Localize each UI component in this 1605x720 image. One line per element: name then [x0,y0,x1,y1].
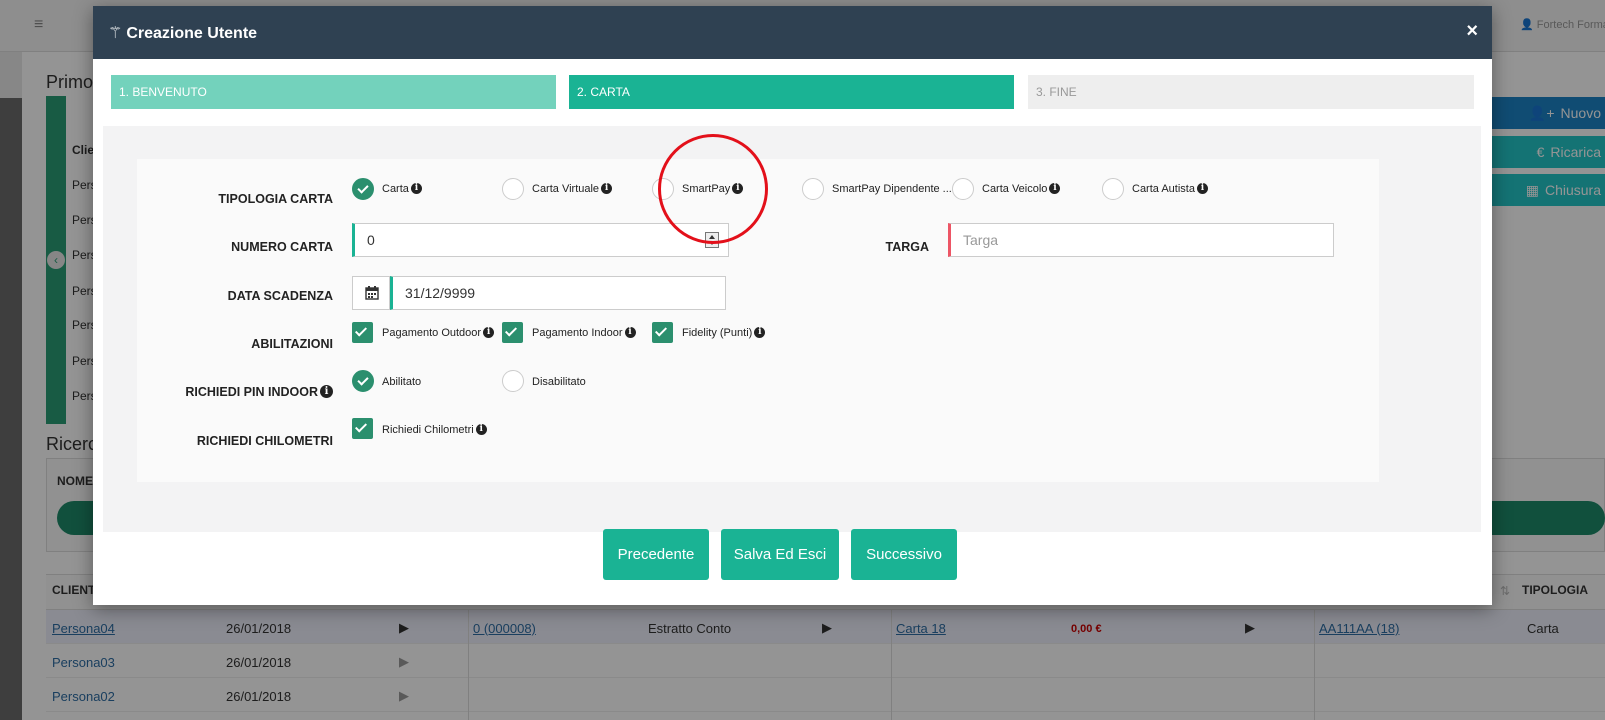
calendar-icon [365,286,379,300]
info-icon[interactable]: i [483,326,495,338]
option-carta-virtuale[interactable]: Carta Virtuale i [532,182,613,195]
option-label: Carta Virtuale [532,183,600,195]
option-label: Carta Autista [1132,183,1195,195]
info-icon[interactable]: i [1196,182,1208,194]
numero-carta-input[interactable]: 0 [352,223,729,257]
label-numero-carta: NUMERO CARTA [231,240,333,254]
info-icon[interactable]: i [410,182,422,194]
radio-carta-virtuale[interactable] [502,178,524,200]
step-carta-label: 2. CARTA [577,85,630,99]
option-carta[interactable]: Carta i [382,182,422,195]
radio-carta-veicolo[interactable] [952,178,974,200]
close-button[interactable]: × [1466,20,1478,43]
modal-title-text: Creazione Utente [126,25,258,42]
label-richiedi-chilometri: RICHIEDI CHILOMETRI [196,434,333,448]
check-icon [357,374,369,386]
highlight-circle [658,134,768,244]
option-label: Carta Veicolo [982,183,1048,195]
checkbox-fidelity[interactable] [652,322,673,343]
radio-pin-disabilitato[interactable] [502,370,524,392]
option-pin-disabilitato[interactable]: Disabilitato [532,376,586,388]
check-icon [354,420,368,433]
check-icon [354,324,368,337]
option-label: Pagamento Outdoor [382,327,482,339]
radio-carta-autista[interactable] [1102,178,1124,200]
info-icon[interactable]: i [320,385,333,399]
magic-wand-icon: ⚚ [108,25,123,42]
modal-title: ⚚ Creazione Utente [108,23,257,43]
option-pin-abilitato[interactable]: Abilitato [382,376,421,388]
create-user-modal: ⚚ Creazione Utente × 1. BENVENUTO 2. CART… [93,6,1492,605]
previous-button[interactable]: Precedente [603,529,709,580]
option-richiedi-chilometri[interactable]: Richiedi Chilometri i [382,423,487,436]
save-exit-button[interactable]: Salva Ed Esci [721,529,839,580]
label-text: RICHIEDI PIN INDOOR [185,385,318,399]
label-abilitazioni: ABILITAZIONI [251,337,333,351]
step-fine[interactable]: 3. FINE [1028,75,1474,109]
label-tipologia-carta: TIPOLOGIA CARTA [218,192,333,206]
option-label: Pagamento Indoor [532,327,623,339]
modal-header: ⚚ Creazione Utente × [93,6,1492,59]
info-icon[interactable]: i [601,182,613,194]
label-data-scadenza: DATA SCADENZA [227,289,333,303]
info-icon[interactable]: i [475,423,487,435]
next-button[interactable]: Successivo [851,529,957,580]
numero-carta-value: 0 [367,232,375,248]
check-icon [654,324,668,337]
step-carta[interactable]: 2. CARTA [569,75,1014,109]
option-pagamento-indoor[interactable]: Pagamento Indoor i [532,326,636,339]
option-label: Carta [382,183,409,195]
radio-smartpay-dipendente[interactable] [802,178,824,200]
option-label: Fidelity (Punti) [682,327,753,339]
label-targa: TARGA [885,240,929,254]
option-carta-veicolo[interactable]: Carta Veicolo i [982,182,1061,195]
option-label: Richiedi Chilometri [382,424,474,436]
option-carta-autista[interactable]: Carta Autista i [1132,182,1208,195]
checkbox-pagamento-outdoor[interactable] [352,322,373,343]
targa-input[interactable]: Targa [948,223,1334,257]
checkbox-pagamento-indoor[interactable] [502,322,523,343]
radio-pin-abilitato[interactable] [352,370,374,392]
checkbox-richiedi-chilometri[interactable] [352,418,373,439]
data-scadenza-input[interactable]: 31/12/9999 [390,276,726,310]
info-icon[interactable]: i [1049,182,1061,194]
step-benvenuto[interactable]: 1. BENVENUTO [111,75,556,109]
option-smartpay-dipendente[interactable]: SmartPay Dipendente ... [832,183,952,195]
option-pagamento-outdoor[interactable]: Pagamento Outdoor i [382,326,495,339]
check-icon [357,182,369,194]
info-icon[interactable]: i [754,326,766,338]
info-icon[interactable]: i [624,326,636,338]
option-fidelity[interactable]: Fidelity (Punti) i [682,326,766,339]
radio-carta[interactable] [352,178,374,200]
label-richiedi-pin: RICHIEDI PIN INDOOR i [173,385,333,399]
calendar-addon[interactable] [352,276,390,310]
check-icon [504,324,518,337]
